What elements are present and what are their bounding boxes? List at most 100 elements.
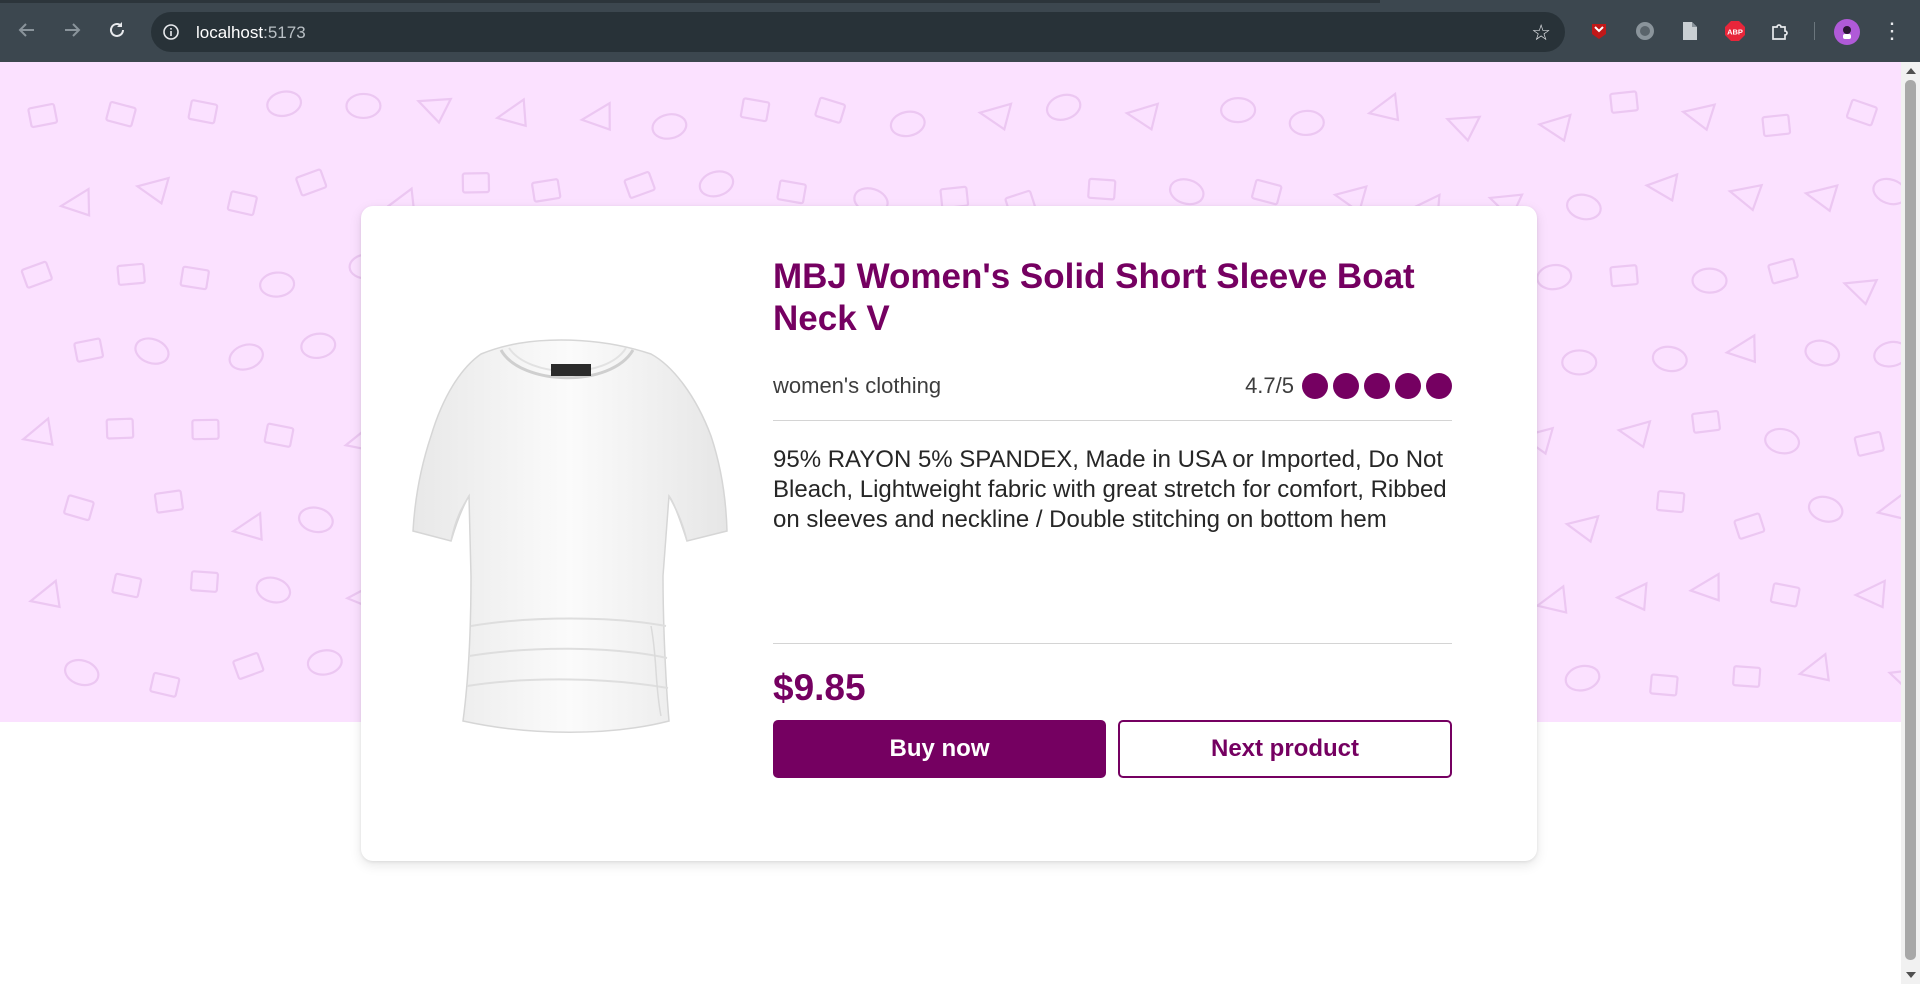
pattern-shape [1761, 113, 1792, 138]
pattern-shape [1616, 419, 1652, 449]
pattern-shape [64, 658, 100, 687]
url-host: localhost [196, 23, 264, 42]
pattern-shape [461, 172, 491, 194]
pattern-shape [1680, 103, 1717, 132]
pattern-shape [1168, 178, 1205, 206]
pattern-shape [1845, 98, 1878, 127]
pattern-shape [1220, 97, 1257, 124]
pattern-shape [494, 97, 527, 128]
pattern-shape [889, 110, 926, 138]
bookmark-star-icon[interactable]: ☆ [1531, 20, 1551, 46]
pattern-shape [1564, 664, 1601, 692]
pattern-shape [1691, 409, 1721, 434]
pattern-shape [1651, 345, 1688, 373]
product-rating: 4.7/5 [1245, 373, 1452, 399]
pattern-shape [297, 506, 334, 534]
product-title: MBJ Women's Solid Short Sleeve Boat Neck… [773, 257, 1415, 338]
pattern-shape [189, 570, 220, 593]
pattern-shape [20, 260, 53, 289]
pattern-shape [1688, 572, 1720, 602]
product-category: women's clothing [773, 373, 942, 398]
scroll-down-icon[interactable] [1906, 972, 1916, 978]
pattern-shape [1764, 427, 1801, 455]
adblock-icon[interactable]: ABP [1724, 20, 1746, 42]
pattern-shape [187, 99, 219, 125]
pattern-shape [977, 102, 1013, 132]
pattern-shape [1807, 495, 1844, 523]
document-extension-icon[interactable] [1679, 20, 1701, 42]
pattern-shape [1873, 340, 1901, 368]
pattern-shape [1887, 667, 1901, 695]
pattern-shape [1609, 90, 1639, 114]
product-image [412, 339, 728, 733]
pattern-shape [134, 176, 171, 206]
product-details: MBJ Women's Solid Short Sleeve Boat Neck… [773, 256, 1452, 778]
pattern-shape [1842, 278, 1879, 306]
pattern-shape [1565, 193, 1602, 221]
product-description: 95% RAYON 5% SPANDEX, Made in USA or Imp… [773, 445, 1452, 644]
vertical-scrollbar[interactable] [1901, 62, 1920, 984]
reload-button[interactable] [101, 14, 133, 46]
pattern-shape [1609, 264, 1639, 288]
pattern-shape [1251, 178, 1283, 206]
url-text[interactable]: localhost:5173 [196, 23, 306, 43]
pattern-shape [1797, 652, 1830, 682]
pattern-shape [1644, 172, 1679, 203]
pattern-shape [27, 102, 59, 129]
pattern-shape [58, 187, 91, 217]
pattern-shape [1536, 263, 1573, 291]
pattern-shape [1536, 113, 1572, 143]
pattern-shape [263, 422, 295, 448]
address-bar[interactable]: localhost:5173 ☆ [151, 12, 1565, 52]
pattern-shape [1853, 579, 1887, 609]
profile-avatar[interactable] [1834, 19, 1860, 45]
url-port: :5173 [263, 23, 306, 42]
pattern-shape [295, 168, 328, 197]
pattern-shape [149, 671, 181, 698]
product-actions: Buy now Next product [773, 720, 1452, 778]
rating-dot-icon [1364, 373, 1390, 399]
pattern-shape [232, 652, 265, 680]
pattern-shape [1045, 93, 1082, 121]
pattern-shape [300, 332, 337, 359]
buy-now-button[interactable]: Buy now [773, 720, 1106, 778]
pattern-shape [20, 416, 54, 446]
pattern-shape [28, 578, 61, 609]
scroll-up-icon[interactable] [1906, 68, 1916, 74]
pattern-shape [153, 489, 184, 514]
pattern-shape [1872, 177, 1901, 206]
page-viewport: MBJ Women's Solid Short Sleeve Boat Neck… [0, 62, 1901, 984]
pattern-shape [345, 92, 382, 120]
pattern-shape [259, 271, 296, 298]
scrollbar-thumb[interactable] [1905, 80, 1916, 960]
pattern-shape [1534, 584, 1568, 614]
circle-extension-icon[interactable] [1634, 20, 1656, 42]
next-product-button[interactable]: Next product [1118, 720, 1452, 778]
pattern-shape [1803, 184, 1839, 213]
puzzle-icon[interactable] [1769, 20, 1791, 42]
pattern-shape [105, 417, 135, 440]
pattern-shape [531, 178, 562, 203]
pattern-shape [1724, 333, 1757, 364]
pattern-shape [63, 494, 95, 522]
pattern-shape [1649, 673, 1679, 697]
pattern-shape [116, 262, 146, 286]
pattern-shape [814, 96, 846, 124]
pattern-shape [266, 90, 303, 118]
mcafee-icon[interactable] [1588, 20, 1610, 42]
pattern-shape [1087, 177, 1117, 201]
pattern-shape [1655, 490, 1686, 514]
browser-menu-icon[interactable]: ⋮ [1881, 18, 1903, 44]
rating-text: 4.7/5 [1245, 373, 1294, 398]
back-button[interactable] [11, 14, 43, 46]
pattern-shape [255, 576, 292, 604]
pattern-shape [230, 511, 263, 542]
forward-button[interactable] [56, 14, 88, 46]
pattern-shape [416, 97, 453, 125]
pattern-shape [179, 265, 210, 291]
site-info-icon[interactable] [161, 22, 181, 42]
pattern-shape [1733, 512, 1766, 540]
pattern-shape [1853, 430, 1885, 457]
arrow-right-icon [65, 23, 81, 37]
pattern-shape [1732, 665, 1762, 688]
